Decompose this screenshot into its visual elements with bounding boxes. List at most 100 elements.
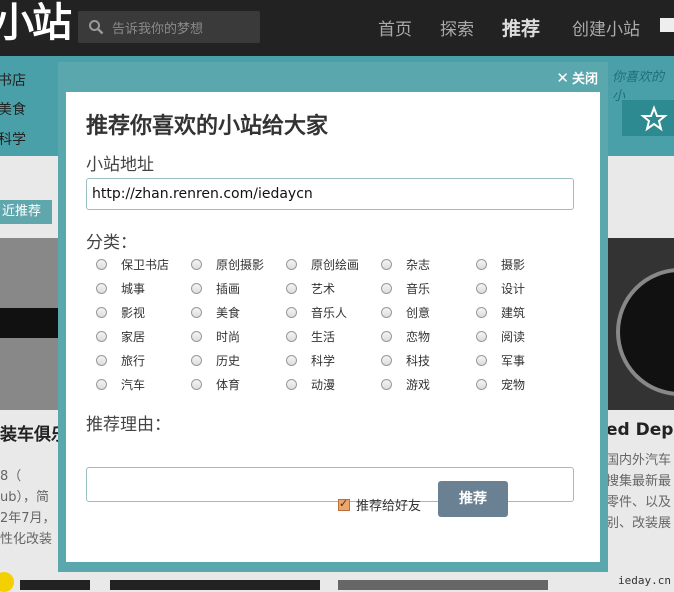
category-option-label: 艺术	[311, 282, 336, 296]
radio-button[interactable]	[286, 379, 297, 390]
category-option[interactable]: 原创摄影	[191, 256, 264, 273]
category-option-label: 影视	[121, 306, 146, 320]
radio-button[interactable]	[96, 283, 107, 294]
radio-button[interactable]	[381, 283, 392, 294]
nav-create-site[interactable]: 创建小站	[572, 15, 640, 40]
radio-button[interactable]	[286, 307, 297, 318]
radio-button[interactable]	[381, 259, 392, 270]
card-image[interactable]	[0, 238, 66, 410]
radio-button[interactable]	[286, 331, 297, 342]
category-option-label: 摄影	[501, 258, 526, 272]
radio-button[interactable]	[96, 355, 107, 366]
radio-button[interactable]	[381, 331, 392, 342]
category-option[interactable]: 家居	[96, 328, 145, 345]
category-option[interactable]: 体育	[191, 376, 240, 393]
radio-button[interactable]	[96, 379, 107, 390]
radio-button[interactable]	[476, 331, 487, 342]
category-option[interactable]: 艺术	[286, 280, 335, 297]
radio-button[interactable]	[191, 259, 202, 270]
radio-button[interactable]	[191, 283, 202, 294]
radio-button[interactable]	[476, 307, 487, 318]
radio-button[interactable]	[381, 355, 392, 366]
share-friends-checkbox[interactable]: 推荐给好友	[338, 495, 421, 514]
category-option[interactable]: 恋物	[381, 328, 430, 345]
close-button[interactable]: ✕ 关闭	[556, 68, 598, 87]
radio-button[interactable]	[96, 307, 107, 318]
top-nav-bar: 小站 告诉我你的梦想 首页 探索 推荐 创建小站	[0, 0, 674, 56]
category-option[interactable]: 设计	[476, 280, 525, 297]
bg-category[interactable]: 美食	[0, 99, 26, 119]
gauge-image	[616, 268, 674, 396]
recent-recommend-tab[interactable]: 近推荐	[0, 200, 52, 224]
category-option[interactable]: 原创绘画	[286, 256, 359, 273]
category-option[interactable]: 旅行	[96, 352, 145, 369]
radio-button[interactable]	[286, 259, 297, 270]
category-option[interactable]: 历史	[191, 352, 240, 369]
category-option[interactable]: 建筑	[476, 304, 525, 321]
category-option[interactable]: 动漫	[286, 376, 335, 393]
radio-button[interactable]	[191, 355, 202, 366]
radio-button[interactable]	[381, 307, 392, 318]
category-option[interactable]: 美食	[191, 304, 240, 321]
radio-button[interactable]	[286, 355, 297, 366]
checkbox-checked-icon[interactable]	[338, 497, 350, 511]
category-option[interactable]: 军事	[476, 352, 525, 369]
category-option[interactable]: 游戏	[381, 376, 430, 393]
url-input[interactable]: http://zhan.renren.com/iedaycn	[86, 178, 574, 210]
category-option-label: 汽车	[121, 378, 146, 392]
bg-category[interactable]: 科学	[0, 129, 26, 149]
category-option[interactable]: 生活	[286, 328, 335, 345]
radio-button[interactable]	[96, 331, 107, 342]
category-option-label: 原创摄影	[216, 258, 265, 272]
card-image[interactable]	[606, 238, 674, 410]
dialog-title: 推荐你喜欢的小站给大家	[86, 114, 329, 139]
nav-recommend[interactable]: 推荐	[502, 14, 540, 41]
bg-category[interactable]: 书店	[0, 70, 26, 90]
category-option[interactable]: 时尚	[191, 328, 240, 345]
category-option-label: 保卫书店	[121, 258, 170, 272]
category-option[interactable]: 音乐	[381, 280, 430, 297]
bottom-card-strip	[338, 580, 548, 590]
card-logo	[0, 308, 66, 338]
search-box[interactable]: 告诉我你的梦想	[78, 11, 260, 43]
watermark: ieday.cn	[618, 574, 671, 587]
category-option-label: 生活	[311, 330, 336, 344]
bottom-card-strip	[20, 580, 90, 590]
radio-button[interactable]	[191, 307, 202, 318]
site-logo[interactable]: 小站	[0, 0, 72, 46]
category-option[interactable]: 摄影	[476, 256, 525, 273]
category-option[interactable]: 科学	[286, 352, 335, 369]
radio-button[interactable]	[476, 259, 487, 270]
category-option-label: 旅行	[121, 354, 146, 368]
category-option[interactable]: 插画	[191, 280, 240, 297]
radio-button[interactable]	[476, 283, 487, 294]
category-option[interactable]: 音乐人	[286, 304, 347, 321]
recommend-dialog: ✕ 关闭 推荐你喜欢的小站给大家 小站地址 http://zhan.renren.…	[58, 62, 608, 572]
category-option[interactable]: 宠物	[476, 376, 525, 393]
radio-button[interactable]	[476, 379, 487, 390]
category-option[interactable]: 科技	[381, 352, 430, 369]
star-button[interactable]	[622, 100, 674, 136]
radio-button[interactable]	[191, 379, 202, 390]
star-icon	[640, 105, 668, 132]
category-label: 分类：	[86, 233, 137, 253]
recommend-submit-button[interactable]: 推荐	[438, 481, 508, 517]
mail-icon[interactable]	[660, 18, 674, 32]
bottom-card-strip	[110, 580, 320, 590]
category-option[interactable]: 阅读	[476, 328, 525, 345]
radio-button[interactable]	[381, 379, 392, 390]
category-option[interactable]: 保卫书店	[96, 256, 169, 273]
nav-home[interactable]: 首页	[378, 15, 412, 40]
category-option[interactable]: 汽车	[96, 376, 145, 393]
radio-button[interactable]	[96, 259, 107, 270]
category-option[interactable]: 影视	[96, 304, 145, 321]
category-option[interactable]: 杂志	[381, 256, 430, 273]
category-option[interactable]: 城事	[96, 280, 145, 297]
category-option-label: 建筑	[501, 306, 526, 320]
radio-button[interactable]	[286, 283, 297, 294]
radio-button[interactable]	[191, 331, 202, 342]
category-option[interactable]: 创意	[381, 304, 430, 321]
nav-explore[interactable]: 探索	[440, 15, 474, 40]
card-title[interactable]: ed Depo	[606, 420, 674, 440]
radio-button[interactable]	[476, 355, 487, 366]
